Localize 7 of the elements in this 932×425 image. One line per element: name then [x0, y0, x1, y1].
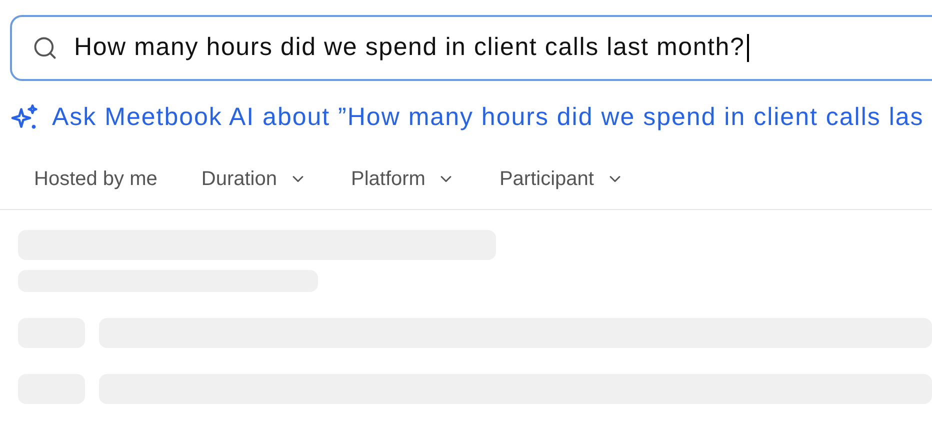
filter-dropdown[interactable]: Platform [341, 159, 466, 199]
search-icon [32, 35, 58, 61]
filter-dropdown[interactable]: Participant [489, 159, 634, 199]
search-field[interactable]: How many hours did we spend in client calls last month? [10, 15, 932, 81]
ask-ai-link[interactable]: Ask Meetbook AI about ”How many hours did we spend in client calls las [52, 99, 924, 137]
filter-dropdown[interactable]: Duration [191, 159, 317, 199]
filter-button[interactable]: Hosted by me [24, 159, 168, 199]
